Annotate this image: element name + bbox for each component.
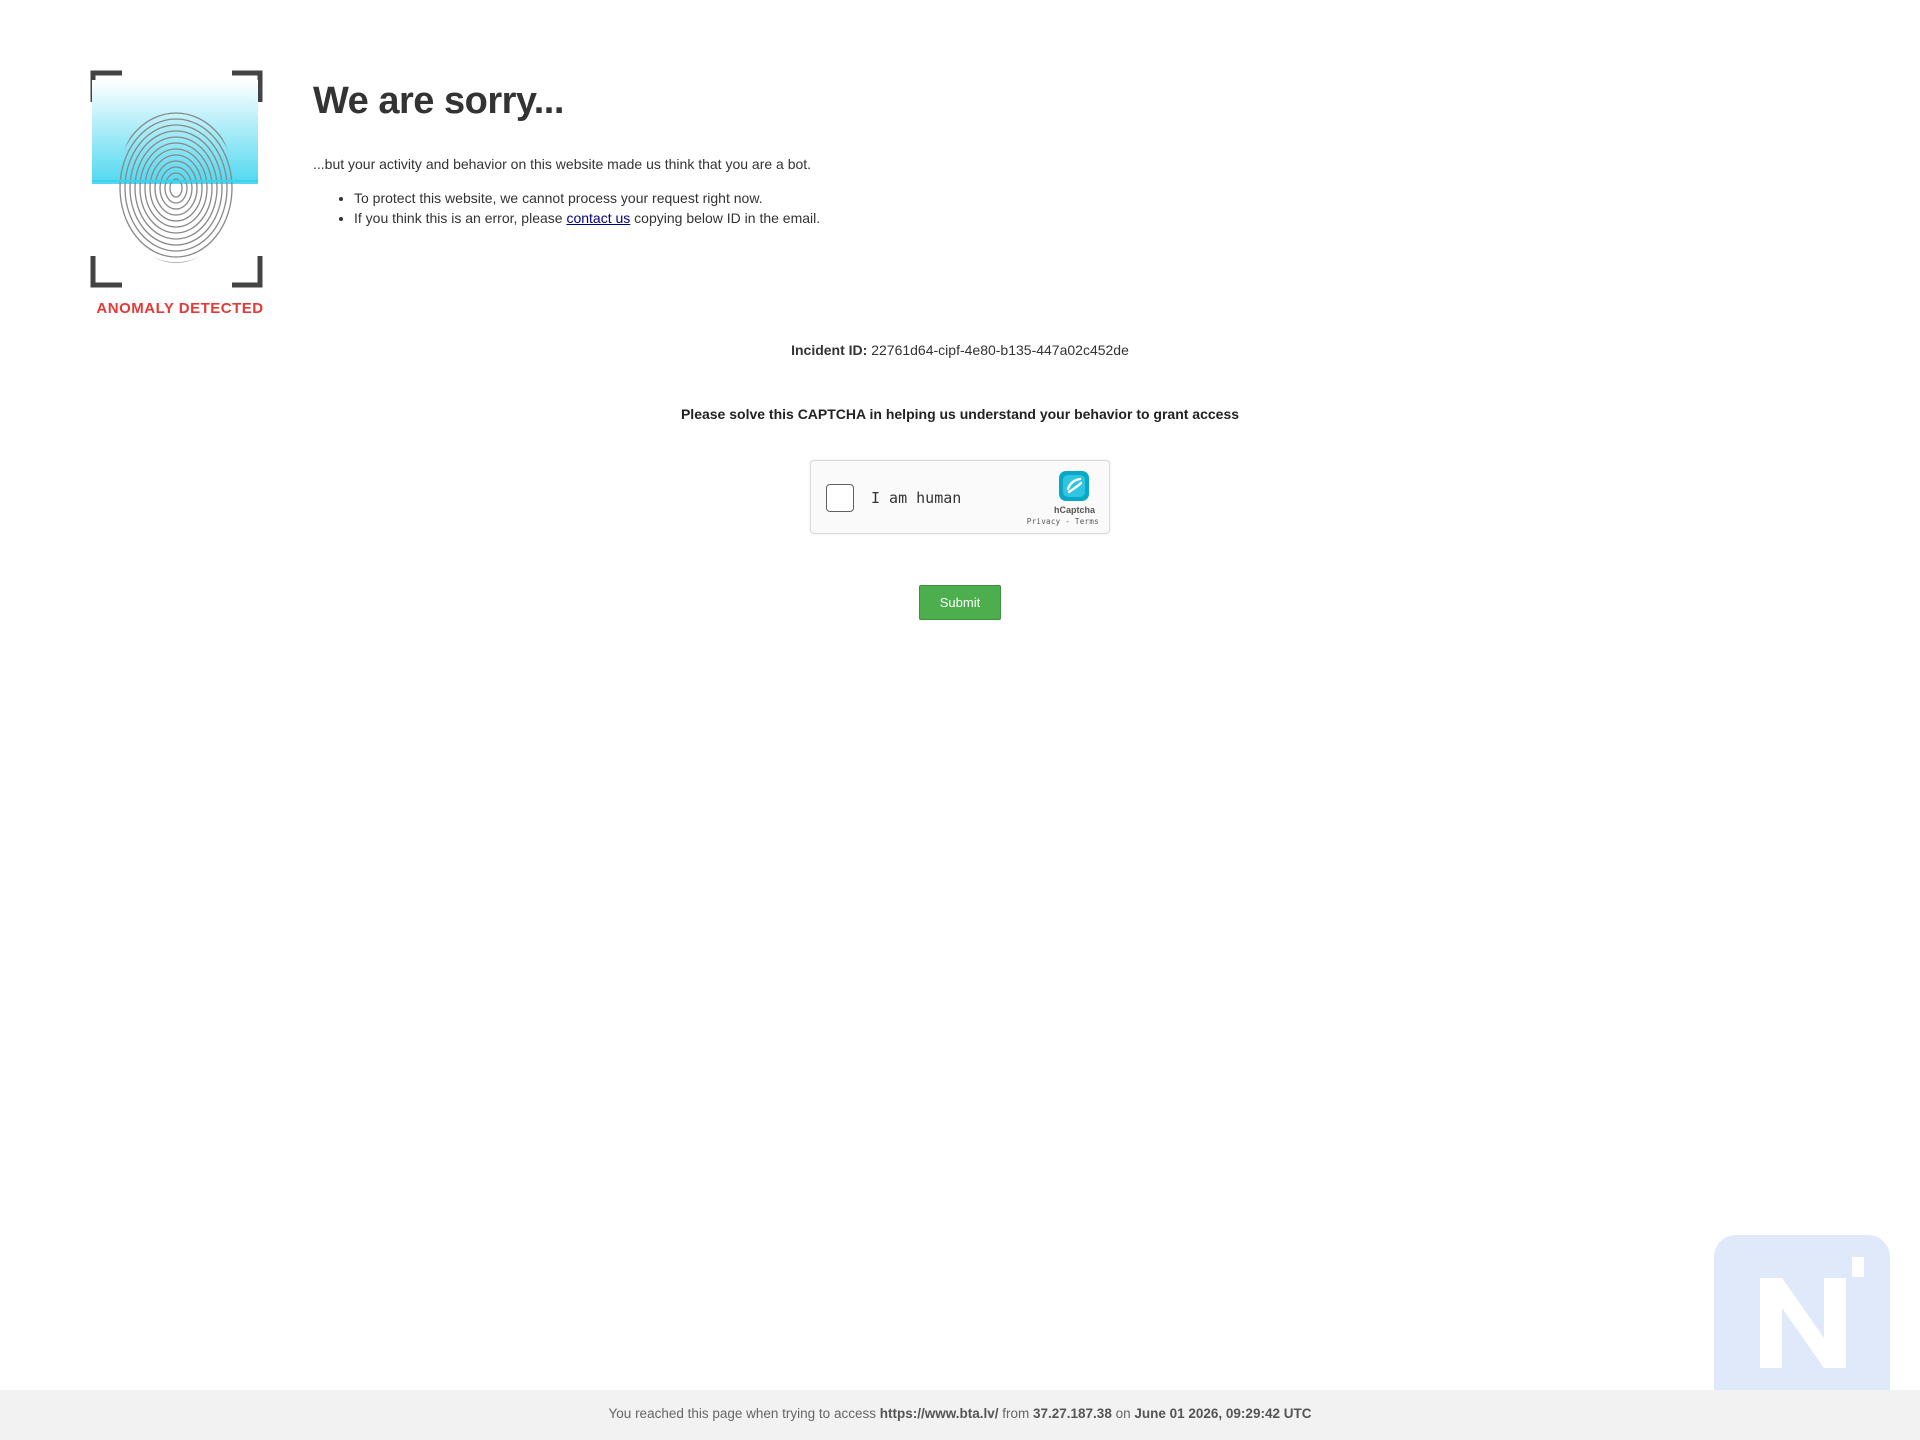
footer-ip: 37.27.187.38 bbox=[1033, 1406, 1112, 1421]
incident-value: 22761d64-cipf-4e80-b135-447a02c452de bbox=[871, 342, 1129, 358]
terms-link[interactable]: Terms bbox=[1075, 517, 1099, 526]
footer-datetime: June 01 2026, 09:29:42 UTC bbox=[1134, 1406, 1312, 1421]
captcha-label: I am human bbox=[871, 489, 962, 507]
footer-prefix: You reached this page when trying to acc… bbox=[608, 1406, 880, 1421]
reason-text: To protect this website, we cannot proce… bbox=[354, 190, 763, 206]
hcaptcha-brand: hCaptcha bbox=[1053, 505, 1095, 515]
list-item: If you think this is an error, please co… bbox=[354, 208, 820, 228]
page-title: We are sorry... bbox=[313, 80, 564, 122]
privacy-link[interactable]: Privacy bbox=[1027, 517, 1061, 526]
n-logo-icon bbox=[1714, 1235, 1890, 1411]
anomaly-detected-logo: ANOMALY DETECTED bbox=[90, 70, 263, 317]
footer: You reached this page when trying to acc… bbox=[0, 1390, 1920, 1440]
footer-url: https://www.bta.lv/ bbox=[879, 1406, 999, 1421]
footer-on: on bbox=[1111, 1406, 1135, 1421]
incident-label: Incident ID: bbox=[791, 342, 868, 358]
reason-text-prefix: If you think this is an error, please bbox=[354, 210, 567, 226]
svg-text:ANOMALY DETECTED: ANOMALY DETECTED bbox=[96, 300, 263, 317]
link-separator: - bbox=[1060, 517, 1075, 526]
reason-text-suffix: copying below ID in the email. bbox=[630, 210, 821, 226]
list-item: To protect this website, we cannot proce… bbox=[354, 188, 820, 208]
hcaptcha-logo-icon bbox=[1059, 471, 1089, 501]
hcaptcha-links: Privacy - Terms bbox=[1027, 517, 1099, 526]
captcha-checkbox[interactable] bbox=[826, 484, 854, 512]
incident-id: Incident ID: 22761d64-cipf-4e80-b135-447… bbox=[0, 342, 1920, 358]
contact-us-link[interactable]: contact us bbox=[566, 210, 630, 226]
reason-list: To protect this website, we cannot proce… bbox=[313, 188, 820, 228]
footer-from: from bbox=[998, 1406, 1033, 1421]
intro-text: ...but your activity and behavior on thi… bbox=[313, 156, 812, 172]
hcaptcha-widget: I am human hCaptcha Privacy - Terms bbox=[810, 460, 1110, 534]
captcha-prompt: Please solve this CAPTCHA in helping us … bbox=[680, 406, 1240, 422]
submit-button[interactable]: Submit bbox=[919, 585, 1001, 620]
